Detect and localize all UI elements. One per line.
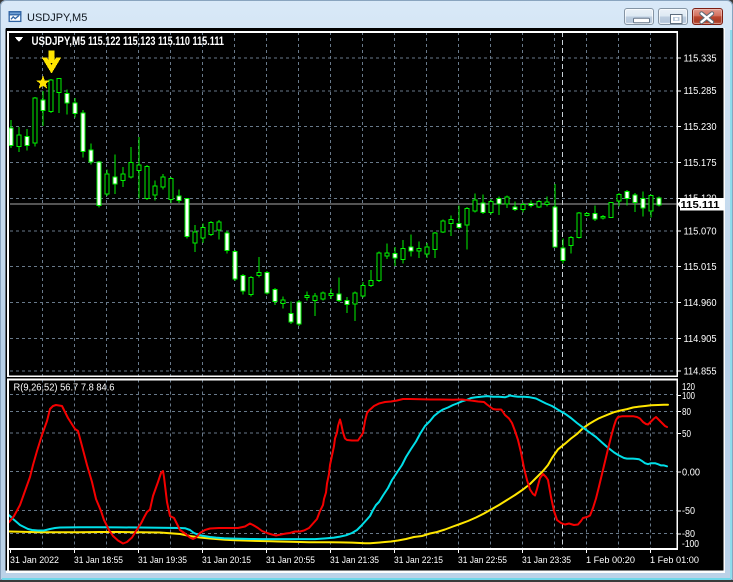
svg-text:-100: -100 [682,539,699,550]
svg-text:31 Jan 18:55: 31 Jan 18:55 [74,555,123,565]
svg-text:31 Jan 23:35: 31 Jan 23:35 [522,555,571,565]
svg-text:114.905: 114.905 [684,334,717,345]
svg-text:31 Jan 2022: 31 Jan 2022 [10,555,59,565]
svg-text:115.122 115.123 115.110 115.11: 115.122 115.123 115.110 115.111 [88,36,224,48]
svg-text:31 Jan 22:55: 31 Jan 22:55 [458,555,507,565]
svg-text:114.960: 114.960 [684,298,717,309]
svg-text:31 Jan 21:35: 31 Jan 21:35 [330,555,379,565]
svg-text:1 Feb 01:00: 1 Feb 01:00 [650,555,699,565]
svg-text:115.335: 115.335 [684,54,717,65]
svg-text:0.00: 0.00 [682,467,700,478]
svg-text:115.175: 115.175 [684,158,717,169]
svg-text:115.230: 115.230 [684,122,717,133]
svg-text:115.285: 115.285 [684,86,717,97]
svg-text:31 Jan 19:35: 31 Jan 19:35 [138,555,187,565]
svg-text:100: 100 [682,391,695,402]
svg-text:31 Jan 20:55: 31 Jan 20:55 [266,555,315,565]
svg-text:80: 80 [682,407,691,418]
svg-text:-50: -50 [682,506,695,517]
svg-text:1 Feb 00:20: 1 Feb 00:20 [586,555,635,565]
svg-text:115.070: 115.070 [684,226,717,237]
svg-text:R(9,26,52) 56.7 7.8 84.6: R(9,26,52) 56.7 7.8 84.6 [14,383,115,394]
svg-text:31 Jan 20:15: 31 Jan 20:15 [202,555,251,565]
svg-text:50: 50 [682,429,691,440]
svg-text:115.111: 115.111 [681,200,720,211]
svg-text:31 Jan 22:15: 31 Jan 22:15 [394,555,443,565]
svg-text:USDJPY,M5: USDJPY,M5 [32,36,87,48]
svg-text:114.855: 114.855 [684,366,717,377]
svg-text:115.015: 115.015 [684,262,717,273]
